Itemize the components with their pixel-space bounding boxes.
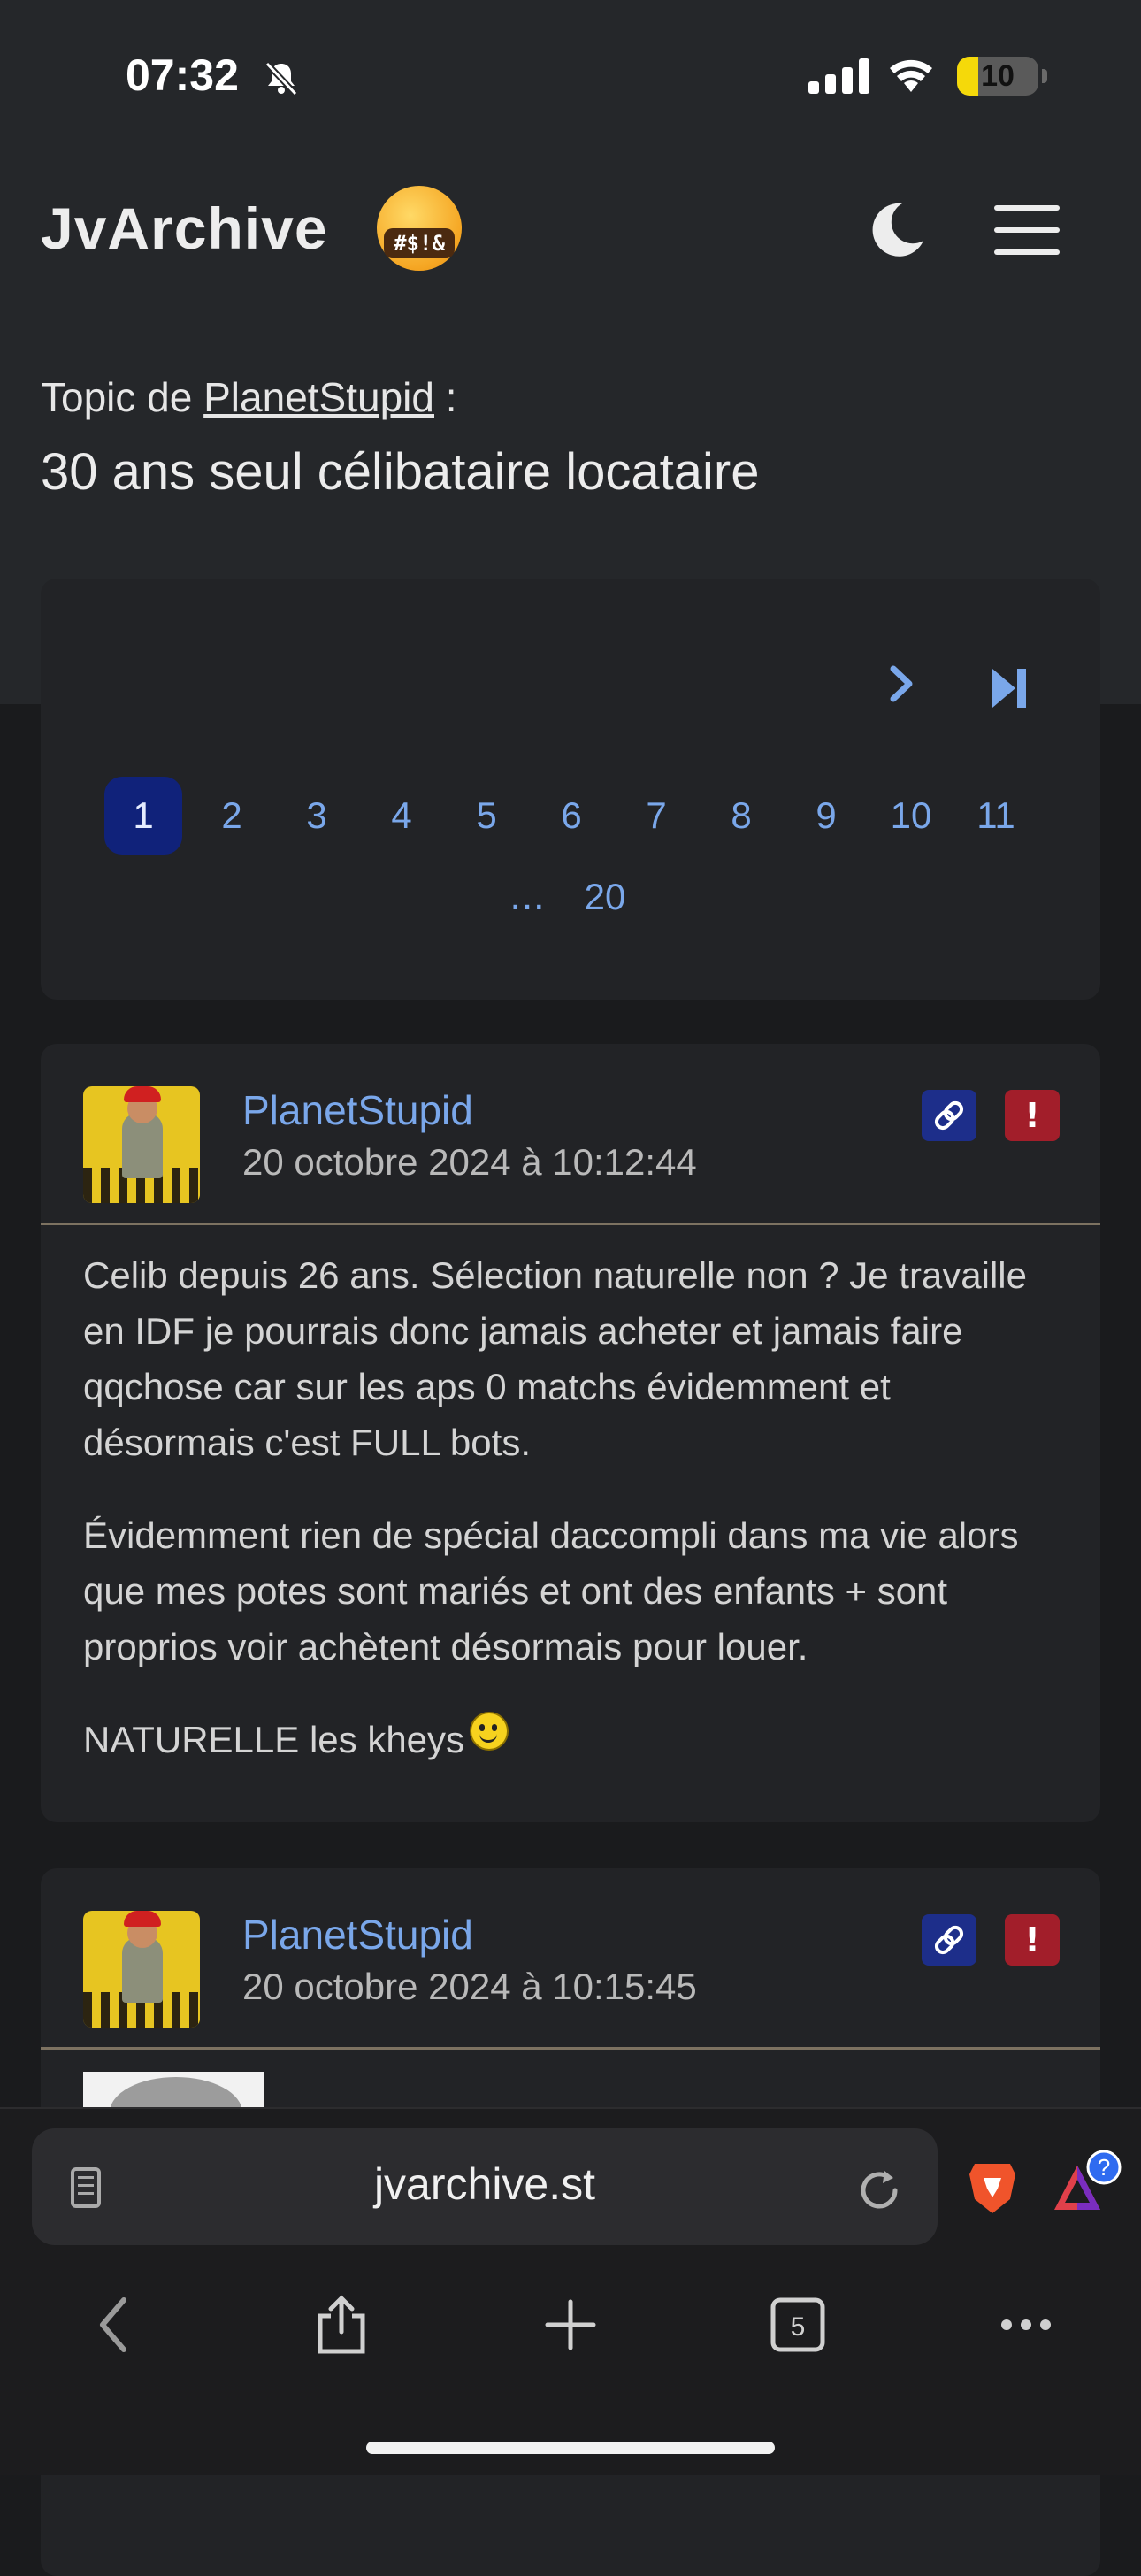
page-20-button[interactable]: 20: [563, 865, 647, 929]
chevron-right-icon: [890, 665, 913, 702]
battery-level: 10: [981, 59, 1015, 93]
link-icon: [934, 1925, 964, 1955]
tabs-count: 5: [791, 2312, 806, 2342]
post-author-link[interactable]: PlanetStupid: [242, 1086, 473, 1134]
home-indicator[interactable]: [366, 2442, 775, 2454]
page-11-button[interactable]: 11: [953, 777, 1038, 855]
post-author-link[interactable]: PlanetStupid: [242, 1911, 473, 1959]
chevron-left-icon: [100, 2297, 126, 2352]
share-icon: [318, 2295, 365, 2354]
permalink-button[interactable]: [922, 1914, 976, 1966]
post-divider: [41, 2047, 1100, 2050]
url-text[interactable]: jvarchive.st: [32, 2158, 938, 2210]
link-icon: [934, 1100, 964, 1131]
page-6-button[interactable]: 6: [529, 777, 614, 855]
back-button[interactable]: [92, 2293, 136, 2360]
hamburger-menu-button[interactable]: [994, 205, 1060, 255]
page-4-button[interactable]: 4: [359, 777, 444, 855]
post-date: 20 octobre 2024 à 10:12:44: [242, 1141, 697, 1183]
post-content: Celib depuis 26 ans. Sélection naturelle…: [83, 1247, 1065, 1767]
topic-title: 30 ans seul célibataire locataire: [41, 443, 760, 501]
smiley-icon: [470, 1712, 509, 1751]
site-logo[interactable]: JvArchive: [41, 195, 328, 262]
topic-author-link[interactable]: PlanetStupid: [203, 374, 434, 420]
topic-suffix: :: [445, 374, 457, 420]
page-7-button[interactable]: 7: [614, 777, 699, 855]
battery-cap: [1042, 69, 1047, 83]
more-dots-icon: [1001, 2319, 1051, 2330]
dark-mode-toggle-button[interactable]: [867, 200, 927, 260]
brave-shields-icon[interactable]: [966, 2158, 1019, 2220]
page-5-button[interactable]: 5: [444, 777, 529, 855]
moon-icon: [872, 203, 923, 257]
battery-icon: 10: [957, 57, 1038, 96]
last-page-button[interactable]: [989, 665, 1030, 715]
plus-icon: [545, 2299, 596, 2350]
topic-prefix: Topic de: [41, 374, 193, 420]
page-ellipsis: ...: [509, 875, 546, 918]
cell-signal-icon: [808, 58, 869, 94]
more-options-button[interactable]: [999, 2293, 1053, 2360]
page-8-button[interactable]: 8: [699, 777, 784, 855]
bell-off-icon: [262, 58, 301, 101]
page-2-button[interactable]: 2: [189, 777, 274, 855]
page-list: 1 2 3 4 5 6 7 8 9 10 11: [104, 777, 1038, 855]
page-9-button[interactable]: 9: [784, 777, 869, 855]
post-date: 20 octobre 2024 à 10:15:45: [242, 1966, 697, 2007]
page-3-button[interactable]: 3: [274, 777, 359, 855]
share-button[interactable]: [315, 2293, 368, 2360]
rewards-badge: ?: [1098, 2154, 1110, 2181]
page-list-row-2: ... 20: [492, 865, 647, 929]
report-button[interactable]: !: [1005, 1090, 1060, 1141]
post-paragraph: Celib depuis 26 ans. Sélection naturelle…: [83, 1254, 1028, 1463]
skip-to-end-icon: [992, 669, 1026, 708]
permalink-button[interactable]: [922, 1090, 976, 1141]
avatar[interactable]: [83, 1911, 200, 2028]
reload-icon[interactable]: [854, 2166, 904, 2219]
new-tab-button[interactable]: [541, 2293, 600, 2360]
next-page-button[interactable]: [884, 662, 920, 717]
report-button[interactable]: !: [1005, 1914, 1060, 1966]
page-1-button[interactable]: 1: [104, 777, 182, 855]
status-time: 07:32: [126, 50, 239, 100]
wifi-icon: [888, 57, 934, 99]
post-paragraph: Évidemment rien de spécial daccompli dan…: [83, 1514, 1019, 1668]
avatar[interactable]: [83, 1086, 200, 1203]
brave-rewards-icon[interactable]: ?: [1049, 2150, 1123, 2227]
post-paragraph: NATURELLE les kheys: [83, 1719, 465, 1760]
post-divider: [41, 1223, 1100, 1225]
page-10-button[interactable]: 10: [869, 777, 953, 855]
tabs-button[interactable]: 5: [770, 2293, 826, 2360]
topic-byline: Topic de PlanetStupid :: [41, 373, 457, 421]
post-card: PlanetStupid 20 octobre 2024 à 10:12:44 …: [41, 1044, 1100, 1822]
emoji-symbols: #$!&: [384, 228, 455, 258]
tabs-icon: 5: [770, 2297, 825, 2352]
